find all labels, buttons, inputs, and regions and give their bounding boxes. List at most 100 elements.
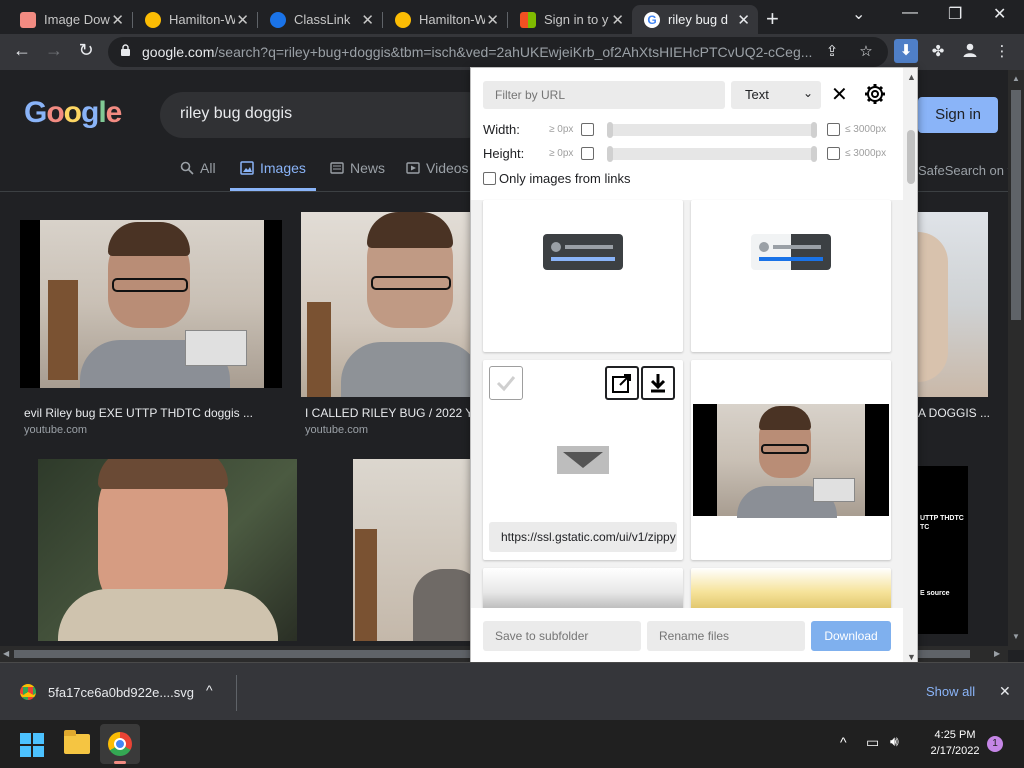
close-tab-icon[interactable]: ✕ <box>737 11 750 29</box>
image-downloader-extension-icon[interactable]: ⬇ <box>894 39 918 63</box>
rename-files-input[interactable]: Rename files <box>647 621 805 651</box>
sign-in-button[interactable]: Sign in <box>918 97 998 133</box>
select-image-checkbox[interactable] <box>489 366 523 400</box>
close-window-icon[interactable]: ✕ <box>993 4 1006 24</box>
bookmark-star-icon[interactable]: ☆ <box>856 42 876 62</box>
scroll-up-arrow-icon[interactable]: ▲ <box>907 72 916 82</box>
page-vertical-scrollbar[interactable]: ▲ ▼ <box>1008 70 1024 650</box>
result-thumbnail[interactable]: UTTP THDTC TC E source <box>918 466 968 634</box>
google-logo[interactable]: Google <box>24 96 122 130</box>
min-height-checkbox[interactable] <box>581 147 594 160</box>
result-thumbnail[interactable] <box>301 212 471 397</box>
save-to-subfolder-input[interactable]: Save to subfolder <box>483 621 641 651</box>
height-max-handle[interactable] <box>811 146 817 162</box>
max-height-checkbox[interactable] <box>827 147 840 160</box>
scroll-down-arrow-icon[interactable]: ▼ <box>1012 632 1020 641</box>
only-links-checkbox[interactable] <box>483 172 496 185</box>
result-title[interactable]: evil Riley bug EXE UTTP THDTC doggis ... <box>24 406 274 420</box>
scroll-left-arrow-icon[interactable]: ◀ <box>3 649 9 658</box>
result-title[interactable]: I CALLED RILEY BUG / 2022 YO <box>305 406 470 420</box>
image-card[interactable] <box>691 360 891 560</box>
download-shelf: 5fa17ce6a0bd922e....svg ^ Show all ✕ <box>0 662 1024 720</box>
reload-icon[interactable]: ↻ <box>74 40 98 61</box>
scroll-right-arrow-icon[interactable]: ▶ <box>994 649 1000 658</box>
result-thumbnail[interactable] <box>353 459 470 641</box>
search-box[interactable]: riley bug doggis <box>160 92 490 138</box>
result-source[interactable]: youtube.com <box>305 424 368 436</box>
network-icon[interactable]: ▭ <box>866 734 879 751</box>
close-tab-icon[interactable]: ✕ <box>361 11 374 29</box>
safesearch-toggle[interactable]: SafeSearch on ▾ <box>918 163 1012 179</box>
gear-icon[interactable] <box>863 82 887 106</box>
thumbnail-caption: E source <box>920 590 950 597</box>
tab-hamilton-2[interactable]: Hamilton-W ✕ <box>383 5 507 34</box>
close-tab-icon[interactable]: ✕ <box>236 11 249 29</box>
share-icon[interactable]: ⇪ <box>822 42 842 62</box>
image-card[interactable] <box>483 200 683 352</box>
filter-type-select[interactable]: Text ⌄ <box>731 81 821 109</box>
nav-all[interactable]: All <box>180 160 216 176</box>
close-tab-icon[interactable]: ✕ <box>111 11 124 29</box>
popup-scrollbar[interactable]: ▲ ▼ <box>903 68 917 664</box>
result-thumbnail[interactable] <box>918 212 988 397</box>
tab-microsoft-signin[interactable]: Sign in to y ✕ <box>508 5 632 34</box>
scrollbar-thumb[interactable] <box>907 130 915 184</box>
minimize-icon[interactable]: — <box>902 4 918 22</box>
nav-images[interactable]: Images <box>240 160 306 176</box>
nav-news[interactable]: News <box>330 160 385 176</box>
notification-badge[interactable]: 1 <box>987 736 1003 752</box>
tab-search-icon[interactable]: ⌄ <box>852 4 865 24</box>
back-icon[interactable]: ← <box>10 40 34 61</box>
chrome-taskbar-button[interactable] <box>100 724 140 764</box>
show-hidden-icons-chevron-icon[interactable]: ^ <box>840 734 847 750</box>
scroll-up-arrow-icon[interactable]: ▲ <box>1012 74 1020 83</box>
volume-icon[interactable]: 🔊︎ <box>890 733 899 750</box>
chevron-up-icon[interactable]: ^ <box>206 682 213 698</box>
menu-kebab-icon[interactable]: ⋮ <box>992 42 1012 62</box>
open-image-button[interactable] <box>605 366 639 400</box>
result-source[interactable]: youtube.com <box>24 424 87 436</box>
close-tab-icon[interactable]: ✕ <box>611 11 624 29</box>
width-min-handle[interactable] <box>607 122 613 138</box>
windows-start-icon[interactable] <box>20 733 44 757</box>
microsoft-icon <box>520 11 536 28</box>
result-thumbnail[interactable] <box>20 220 282 388</box>
nav-videos[interactable]: Videos <box>406 160 469 176</box>
clock-time[interactable]: 4:25 PM <box>920 729 990 741</box>
width-slider[interactable] <box>607 124 817 136</box>
image-card-hovered[interactable]: https://ssl.gstatic.com/ui/v1/zippy <box>483 360 683 560</box>
forward-icon[interactable]: → <box>42 40 66 61</box>
min-width-checkbox[interactable] <box>581 123 594 136</box>
show-all-downloads-link[interactable]: Show all <box>926 684 975 699</box>
height-min-handle[interactable] <box>607 146 613 162</box>
scrollbar-thumb[interactable] <box>1011 90 1021 320</box>
filter-by-url-input[interactable]: Filter by URL <box>483 81 725 109</box>
tab-classlink[interactable]: ClassLink ✕ <box>258 5 382 34</box>
tab-google-search[interactable]: G riley bug d ✕ <box>632 5 758 34</box>
download-button[interactable]: Download <box>811 621 891 651</box>
downloaded-file-name[interactable]: 5fa17ce6a0bd922e....svg <box>48 685 194 700</box>
image-url-field[interactable]: https://ssl.gstatic.com/ui/v1/zippy <box>489 522 677 552</box>
close-icon[interactable]: ✕ <box>831 82 848 107</box>
new-tab-button[interactable]: + <box>766 6 779 32</box>
extensions-puzzle-icon[interactable]: ✤ <box>928 42 948 62</box>
scroll-down-arrow-icon[interactable]: ▼ <box>907 652 916 662</box>
clock-date[interactable]: 2/17/2022 <box>920 745 990 757</box>
tab-hamilton-1[interactable]: Hamilton-W ✕ <box>133 5 257 34</box>
close-shelf-icon[interactable]: ✕ <box>999 683 1011 700</box>
width-max-handle[interactable] <box>811 122 817 138</box>
restore-icon[interactable]: ❐ <box>948 4 962 24</box>
close-tab-icon[interactable]: ✕ <box>486 11 499 29</box>
max-width-checkbox[interactable] <box>827 123 840 136</box>
image-card[interactable] <box>691 200 891 352</box>
address-bar[interactable]: google.com/search?q=riley+bug+doggis&tbm… <box>108 37 888 67</box>
profile-icon[interactable] <box>960 42 980 62</box>
tab-title: Hamilton-W <box>419 12 485 27</box>
tab-image-downloader[interactable]: Image Dow ✕ <box>8 5 132 34</box>
popup-filters: Filter by URL Text ⌄ ✕ Width: ≥ 0px ≤ 30… <box>471 68 903 200</box>
result-title[interactable]: A DOGGIS ... <box>918 406 1008 420</box>
download-image-button[interactable] <box>641 366 675 400</box>
height-slider[interactable] <box>607 148 817 160</box>
result-thumbnail[interactable] <box>38 459 297 641</box>
file-explorer-icon[interactable] <box>64 730 90 754</box>
